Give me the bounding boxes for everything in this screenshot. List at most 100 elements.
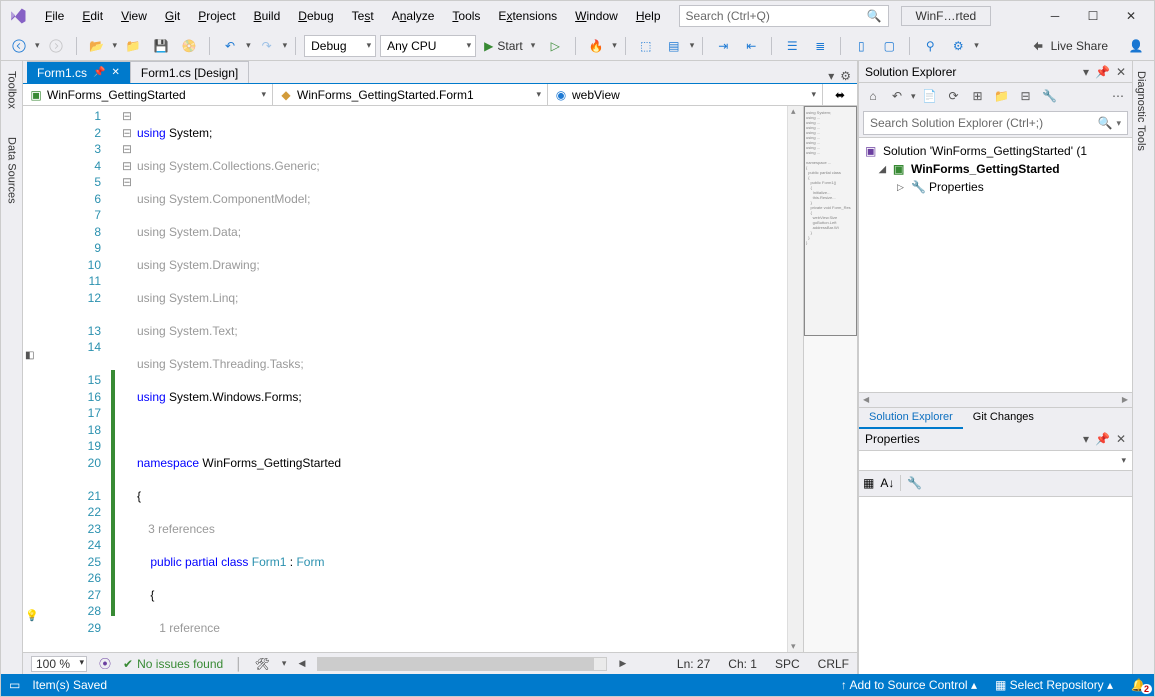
spc-indicator[interactable]: SPC xyxy=(775,657,800,671)
arrow-right-icon[interactable]: ▶ xyxy=(619,658,626,669)
h-scrollbar[interactable] xyxy=(317,657,607,671)
se-filter-icon[interactable]: ⊞ xyxy=(968,86,988,106)
alphabetical-icon[interactable]: A↓ xyxy=(880,476,894,490)
health-icon[interactable]: ⦿ xyxy=(99,655,111,672)
se-hscroll[interactable]: ◀▶ xyxy=(859,393,1132,407)
line-indicator[interactable]: Ln: 27 xyxy=(677,657,710,671)
datasources-tab[interactable]: Data Sources xyxy=(4,133,20,208)
menu-file[interactable]: FFileile xyxy=(37,5,72,27)
prop-pin-icon[interactable]: 📌 xyxy=(1095,432,1110,446)
start-debug-button[interactable]: ▶Start▾ xyxy=(480,39,539,53)
tab-overflow[interactable]: ▾⚙ xyxy=(822,69,857,83)
tb-icon-6[interactable]: ≣ xyxy=(808,34,832,58)
se-showall-icon[interactable]: 📁 xyxy=(992,86,1012,106)
hot-reload-button[interactable]: 🔥 xyxy=(584,34,608,58)
maximize-button[interactable]: ☐ xyxy=(1076,4,1110,28)
menu-debug[interactable]: DebugDebug xyxy=(290,5,341,27)
screwdriver-icon[interactable]: 🛠 xyxy=(255,657,270,671)
nav-project-dropdown[interactable]: ▣ WinForms_GettingStarted xyxy=(23,84,273,105)
menu-window[interactable]: WindowWindow xyxy=(567,5,626,27)
redo-button[interactable]: ↷ xyxy=(255,34,279,58)
se-props-icon[interactable]: 🔧 xyxy=(1040,86,1060,106)
menu-build[interactable]: BuildBuild xyxy=(246,5,289,27)
se-refresh-icon[interactable]: ⟳ xyxy=(944,86,964,106)
live-share-button[interactable]: Live Share xyxy=(1019,39,1120,53)
tree-properties[interactable]: ▷🔧Properties xyxy=(861,178,1130,196)
quick-search-input[interactable]: Search (Ctrl+Q) 🔍 xyxy=(679,5,889,27)
account-icon[interactable]: 👤 xyxy=(1124,34,1148,58)
fold-gutter[interactable]: ⊟ ⊟⊟⊟⊟ xyxy=(117,106,137,652)
se-collapse-icon[interactable]: ⊟ xyxy=(1016,86,1036,106)
nav-class-dropdown[interactable]: ◆ WinForms_GettingStarted.Form1 xyxy=(273,84,548,105)
tb-icon-2[interactable]: ▤ xyxy=(662,34,686,58)
notifications-button[interactable]: 🔔2 xyxy=(1131,678,1146,692)
tree-project[interactable]: ◢▣WinForms_GettingStarted xyxy=(861,160,1130,178)
se-search-input[interactable]: Search Solution Explorer (Ctrl+;) 🔍▾ xyxy=(863,111,1128,135)
add-source-control-button[interactable]: ↑ Add to Source Control ▴ xyxy=(841,678,977,692)
solution-tree[interactable]: ▣Solution 'WinForms_GettingStarted' (1 ◢… xyxy=(859,137,1132,393)
menu-test[interactable]: TestTest xyxy=(344,5,382,27)
categorized-icon[interactable]: ▦ xyxy=(863,476,874,490)
nav-back-button[interactable] xyxy=(7,34,31,58)
tree-solution[interactable]: ▣Solution 'WinForms_GettingStarted' (1 xyxy=(861,142,1130,160)
lightbulb-icon[interactable]: 💡 xyxy=(25,609,39,622)
save-button[interactable]: 💾 xyxy=(149,34,173,58)
menu-tools[interactable]: ToolsTools xyxy=(444,5,488,27)
v-scrollbar[interactable]: ▴ ▾ xyxy=(787,106,803,652)
tb-icon-5[interactable]: ☰ xyxy=(780,34,804,58)
toolbox-tab[interactable]: Toolbox xyxy=(4,67,20,113)
se-dropdown-icon[interactable]: ▾ xyxy=(1083,65,1089,79)
tb-icon-10[interactable]: ⚙ xyxy=(946,34,970,58)
menu-analyze[interactable]: AnalyzeAnalyze xyxy=(384,5,443,27)
config-dropdown[interactable]: Debug xyxy=(304,35,376,57)
save-all-button[interactable]: 📀 xyxy=(177,34,201,58)
open-file-button[interactable]: 📁 xyxy=(121,34,145,58)
tab-form1-design[interactable]: Form1.cs [Design] xyxy=(131,61,249,83)
prop-close-icon[interactable]: ✕ xyxy=(1116,432,1126,446)
close-button[interactable]: ✕ xyxy=(1114,4,1148,28)
platform-dropdown[interactable]: Any CPU xyxy=(380,35,476,57)
eol-indicator[interactable]: CRLF xyxy=(818,657,849,671)
menu-edit[interactable]: EditEdit xyxy=(74,5,111,27)
issues-indicator[interactable]: ✔No issues found xyxy=(123,657,223,671)
new-project-button[interactable]: 📂 xyxy=(85,34,109,58)
tb-icon-4[interactable]: ⇤ xyxy=(739,34,763,58)
se-back-icon[interactable]: ↶ xyxy=(887,86,907,106)
tb-icon-1[interactable]: ⬚ xyxy=(634,34,658,58)
col-indicator[interactable]: Ch: 1 xyxy=(728,657,757,671)
tb-icon-8[interactable]: ▢ xyxy=(877,34,901,58)
menu-git[interactable]: GitGit xyxy=(157,5,188,27)
code-content[interactable]: using System; using System.Collections.G… xyxy=(137,106,787,652)
se-sync-icon[interactable]: 📄 xyxy=(920,86,940,106)
select-repo-button[interactable]: ▦ Select Repository ▴ xyxy=(995,678,1113,692)
zoom-dropdown[interactable]: 100 % xyxy=(31,656,87,672)
se-close-icon[interactable]: ✕ xyxy=(1116,65,1126,79)
arrow-left-icon[interactable]: ◀ xyxy=(298,658,305,669)
menu-extensions[interactable]: ExtensionsExtensions xyxy=(490,5,565,27)
code-editor[interactable]: ◧ 💡 123456789101112131415161718192021222… xyxy=(23,106,857,652)
menu-project[interactable]: ProjectProject xyxy=(190,5,243,27)
menu-help[interactable]: HelpHelp xyxy=(628,5,669,27)
solution-name-label[interactable]: WinF…rted xyxy=(901,6,992,26)
close-tab-icon[interactable]: ✕ xyxy=(111,67,119,78)
tb-icon-9[interactable]: ⚲ xyxy=(918,34,942,58)
diagnostic-tools-tab[interactable]: Diagnostic Tools xyxy=(1133,67,1149,155)
breakpoint-margin-icon[interactable]: ◧ xyxy=(25,350,34,361)
se-more-icon[interactable]: ⋯ xyxy=(1108,86,1128,106)
se-pin-icon[interactable]: 📌 xyxy=(1095,65,1110,79)
undo-button[interactable]: ↶ xyxy=(218,34,242,58)
tab-form1-cs[interactable]: Form1.cs 📌 ✕ xyxy=(27,61,131,83)
tb-icon-3[interactable]: ⇥ xyxy=(711,34,735,58)
nav-member-dropdown[interactable]: ◉ webView xyxy=(548,84,823,105)
tab-git-changes[interactable]: Git Changes xyxy=(963,408,1044,429)
tb-icon-7[interactable]: ▯ xyxy=(849,34,873,58)
start-nodebug-button[interactable]: ▷ xyxy=(543,34,567,58)
minimize-button[interactable]: ─ xyxy=(1038,4,1072,28)
se-home-icon[interactable]: ⌂ xyxy=(863,86,883,106)
prop-dropdown-icon[interactable]: ▾ xyxy=(1083,432,1089,446)
prop-object-dropdown[interactable]: ▾ xyxy=(859,451,1132,471)
menu-view[interactable]: ViewView xyxy=(113,5,155,27)
prop-wrench-icon[interactable]: 🔧 xyxy=(907,476,922,490)
tab-solution-explorer[interactable]: Solution Explorer xyxy=(859,408,963,429)
split-button[interactable]: ⬌ xyxy=(823,84,857,105)
